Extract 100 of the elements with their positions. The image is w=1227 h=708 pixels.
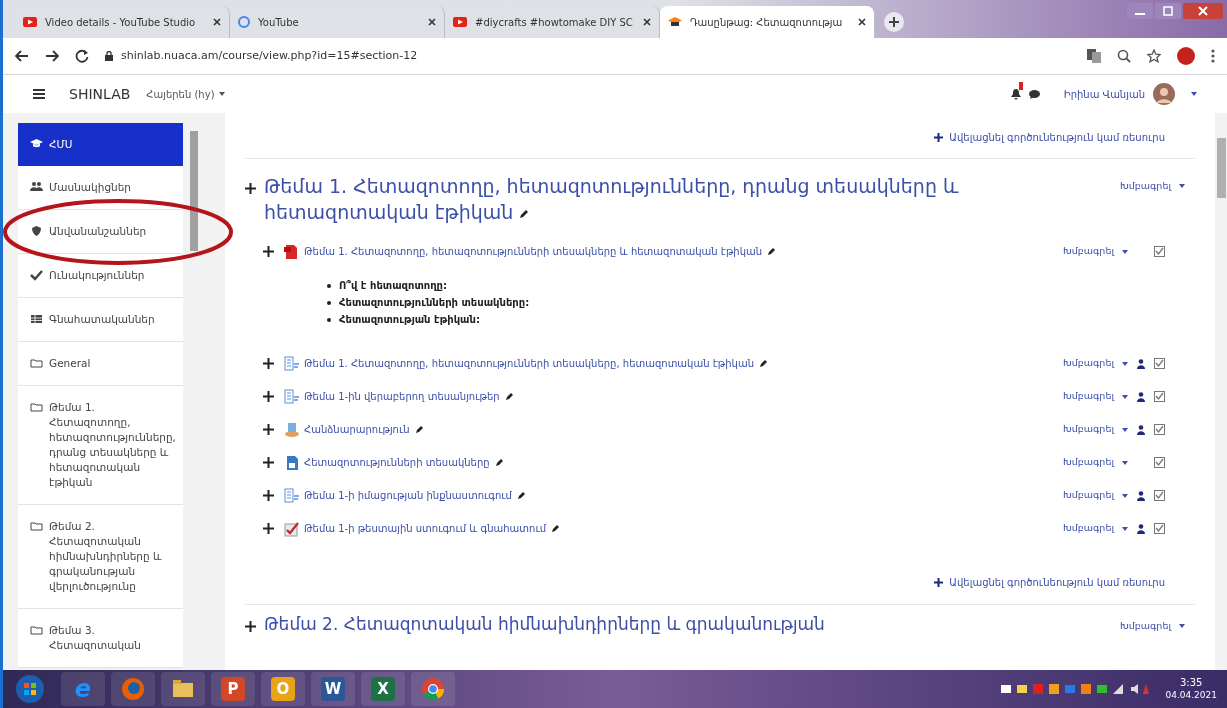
add-activity-link[interactable]: Ավելացնել գործունեություն կամ ռեսուրս <box>934 130 1165 145</box>
taskbar-app[interactable]: W <box>311 672 355 706</box>
sidebar-item[interactable]: ՀՄՍ <box>18 123 183 166</box>
tray-icons[interactable] <box>1001 682 1152 696</box>
move-icon[interactable] <box>263 457 274 468</box>
shield-icon <box>30 225 43 237</box>
taskbar-app[interactable]: P <box>211 672 255 706</box>
edit-menu[interactable]: Խմբագրել <box>1063 244 1128 259</box>
completion-checkbox-icon[interactable] <box>1154 358 1165 369</box>
taskbar-app[interactable] <box>111 672 155 706</box>
language-menu[interactable]: Հայերեն (hy) <box>146 86 225 102</box>
sidebar-item[interactable]: Թեմա 3. Հետազոտական <box>18 609 183 668</box>
person-icon[interactable] <box>1137 424 1145 435</box>
start-button-icon[interactable] <box>15 674 45 704</box>
user-menu[interactable]: Իրինա Վանյան <box>1063 83 1197 105</box>
maximize-icon[interactable] <box>1155 3 1181 19</box>
completion-checkbox-icon[interactable] <box>1154 391 1165 402</box>
person-icon[interactable] <box>1137 358 1145 369</box>
edit-menu[interactable]: Խմբագրել <box>1063 422 1128 437</box>
more-menu-icon[interactable] <box>1211 49 1215 63</box>
edit-menu[interactable]: Խմբագրել <box>1120 619 1185 634</box>
document-icon <box>284 388 300 405</box>
pencil-icon[interactable] <box>516 491 526 500</box>
sidebar-item[interactable]: Մասնակիցներ <box>18 166 183 210</box>
move-icon[interactable] <box>245 183 256 194</box>
translate-icon[interactable] <box>1087 49 1101 63</box>
caret-icon <box>1179 184 1185 189</box>
sidebar-item[interactable]: Ունակություններ <box>18 254 183 298</box>
taskbar-app[interactable]: X <box>361 672 405 706</box>
forward-icon[interactable] <box>45 50 59 62</box>
chat-icon[interactable] <box>1028 89 1040 99</box>
move-icon[interactable] <box>263 424 274 435</box>
menu-icon[interactable] <box>33 89 45 99</box>
caret-icon <box>1122 526 1128 531</box>
app-icon: O <box>271 677 295 701</box>
back-icon[interactable] <box>15 50 29 62</box>
graduation-cap-icon <box>30 138 43 150</box>
sidebar-item[interactable]: Գնահատականներ <box>18 298 183 342</box>
pencil-icon[interactable] <box>414 425 424 434</box>
browser-tab[interactable]: Դասընթաց: Հետազոտությա <box>660 6 875 38</box>
completion-checkbox-icon[interactable] <box>1154 523 1165 534</box>
completion-checkbox-icon[interactable] <box>1154 424 1165 435</box>
new-tab-icon[interactable] <box>883 11 905 33</box>
edit-menu[interactable]: Խմբագրել <box>1063 488 1128 503</box>
completion-checkbox-icon[interactable] <box>1154 490 1165 501</box>
pencil-icon[interactable] <box>551 524 561 533</box>
scroll-bar-thumb[interactable] <box>1216 138 1226 198</box>
person-icon[interactable] <box>1137 490 1145 501</box>
move-icon[interactable] <box>263 358 274 369</box>
star-icon[interactable] <box>1147 49 1161 63</box>
pencil-icon[interactable] <box>494 458 504 467</box>
add-activity-link[interactable]: Ավելացնել գործունեություն կամ ռեսուրս <box>934 575 1165 590</box>
activity-link[interactable]: Թեմա 1-ի իմացության ինքնաստուգում <box>304 488 512 503</box>
sidebar-item[interactable]: Թեմա 1. Հետազոտողը, հետազոտությունները, դրանց տեսակները և հետազոտական էթիկան <box>18 386 183 505</box>
edit-menu[interactable]: Խմբագրել <box>1063 389 1128 404</box>
activity-link[interactable]: Թեմա 1. Հետազոտողը, հետազոտությունների տեսակները և հետազոտական էթիկան <box>304 244 763 259</box>
person-icon[interactable] <box>1137 391 1145 402</box>
pencil-icon[interactable] <box>767 247 777 256</box>
document-icon <box>284 355 300 372</box>
scroll-bar-thumb[interactable] <box>190 131 198 251</box>
activity-link[interactable]: Թեմա 1. Հետազոտողը, հետազոտությունների տեսակները, հետազոտական էթիկան <box>304 356 754 371</box>
taskbar-app[interactable] <box>161 672 205 706</box>
edit-menu[interactable]: Խմբագրել <box>1120 179 1185 194</box>
tab-title: Դասընթաց: Հետազոտությա <box>690 15 844 30</box>
sidebar-item[interactable]: Անվանանշաններ <box>18 210 183 254</box>
taskbar-app[interactable] <box>411 672 455 706</box>
zoom-icon[interactable] <box>1117 49 1131 63</box>
activity-link[interactable]: Հանձնարարություն <box>304 422 410 437</box>
sidebar-item[interactable]: Թեմա 2. Հետազոտական հիմնախնդիրները և գրականության վերլուծությունը <box>18 505 183 609</box>
move-icon[interactable] <box>263 490 274 501</box>
bell-icon[interactable] <box>1010 88 1021 100</box>
pencil-icon[interactable] <box>519 208 530 219</box>
address-field[interactable]: shinlab.nuaca.am/course/view.php?id=15#section-12 <box>105 47 1071 65</box>
summary-item: Հետազոտության էթիկան: <box>339 313 480 327</box>
reload-icon[interactable] <box>75 49 89 63</box>
profile-avatar[interactable] <box>1177 47 1195 65</box>
move-icon[interactable] <box>263 523 274 534</box>
activity-link[interactable]: Թեմա 1-ին վերաբերող տեսանյութեր <box>304 389 500 404</box>
move-icon[interactable] <box>263 391 274 402</box>
edit-menu[interactable]: Խմբագրել <box>1063 521 1128 536</box>
caret-icon <box>1179 624 1185 629</box>
minimize-icon[interactable] <box>1127 3 1153 19</box>
close-icon[interactable] <box>428 18 436 26</box>
close-icon[interactable] <box>213 18 221 26</box>
edit-menu[interactable]: Խմբագրել <box>1063 356 1128 371</box>
person-icon[interactable] <box>1137 523 1145 534</box>
close-icon[interactable] <box>858 18 866 26</box>
move-icon[interactable] <box>245 621 256 632</box>
completion-checkbox-icon[interactable] <box>1154 246 1165 257</box>
activity-link[interactable]: Թեմա 1-ի թեստային ստուգում և գնահատում <box>304 521 547 536</box>
pencil-icon[interactable] <box>504 392 514 401</box>
close-icon[interactable] <box>643 18 651 26</box>
activity-link[interactable]: Հետազոտությունների տեսակները <box>304 455 490 470</box>
sidebar-item[interactable]: General <box>18 342 183 386</box>
move-icon[interactable] <box>263 246 274 257</box>
pencil-icon[interactable] <box>759 359 768 368</box>
site-name-link[interactable]: SHINLAB <box>69 83 131 105</box>
completion-checkbox-icon[interactable] <box>1154 457 1165 468</box>
edit-menu[interactable]: Խմբագրել <box>1063 455 1128 470</box>
app-icon <box>420 676 446 702</box>
